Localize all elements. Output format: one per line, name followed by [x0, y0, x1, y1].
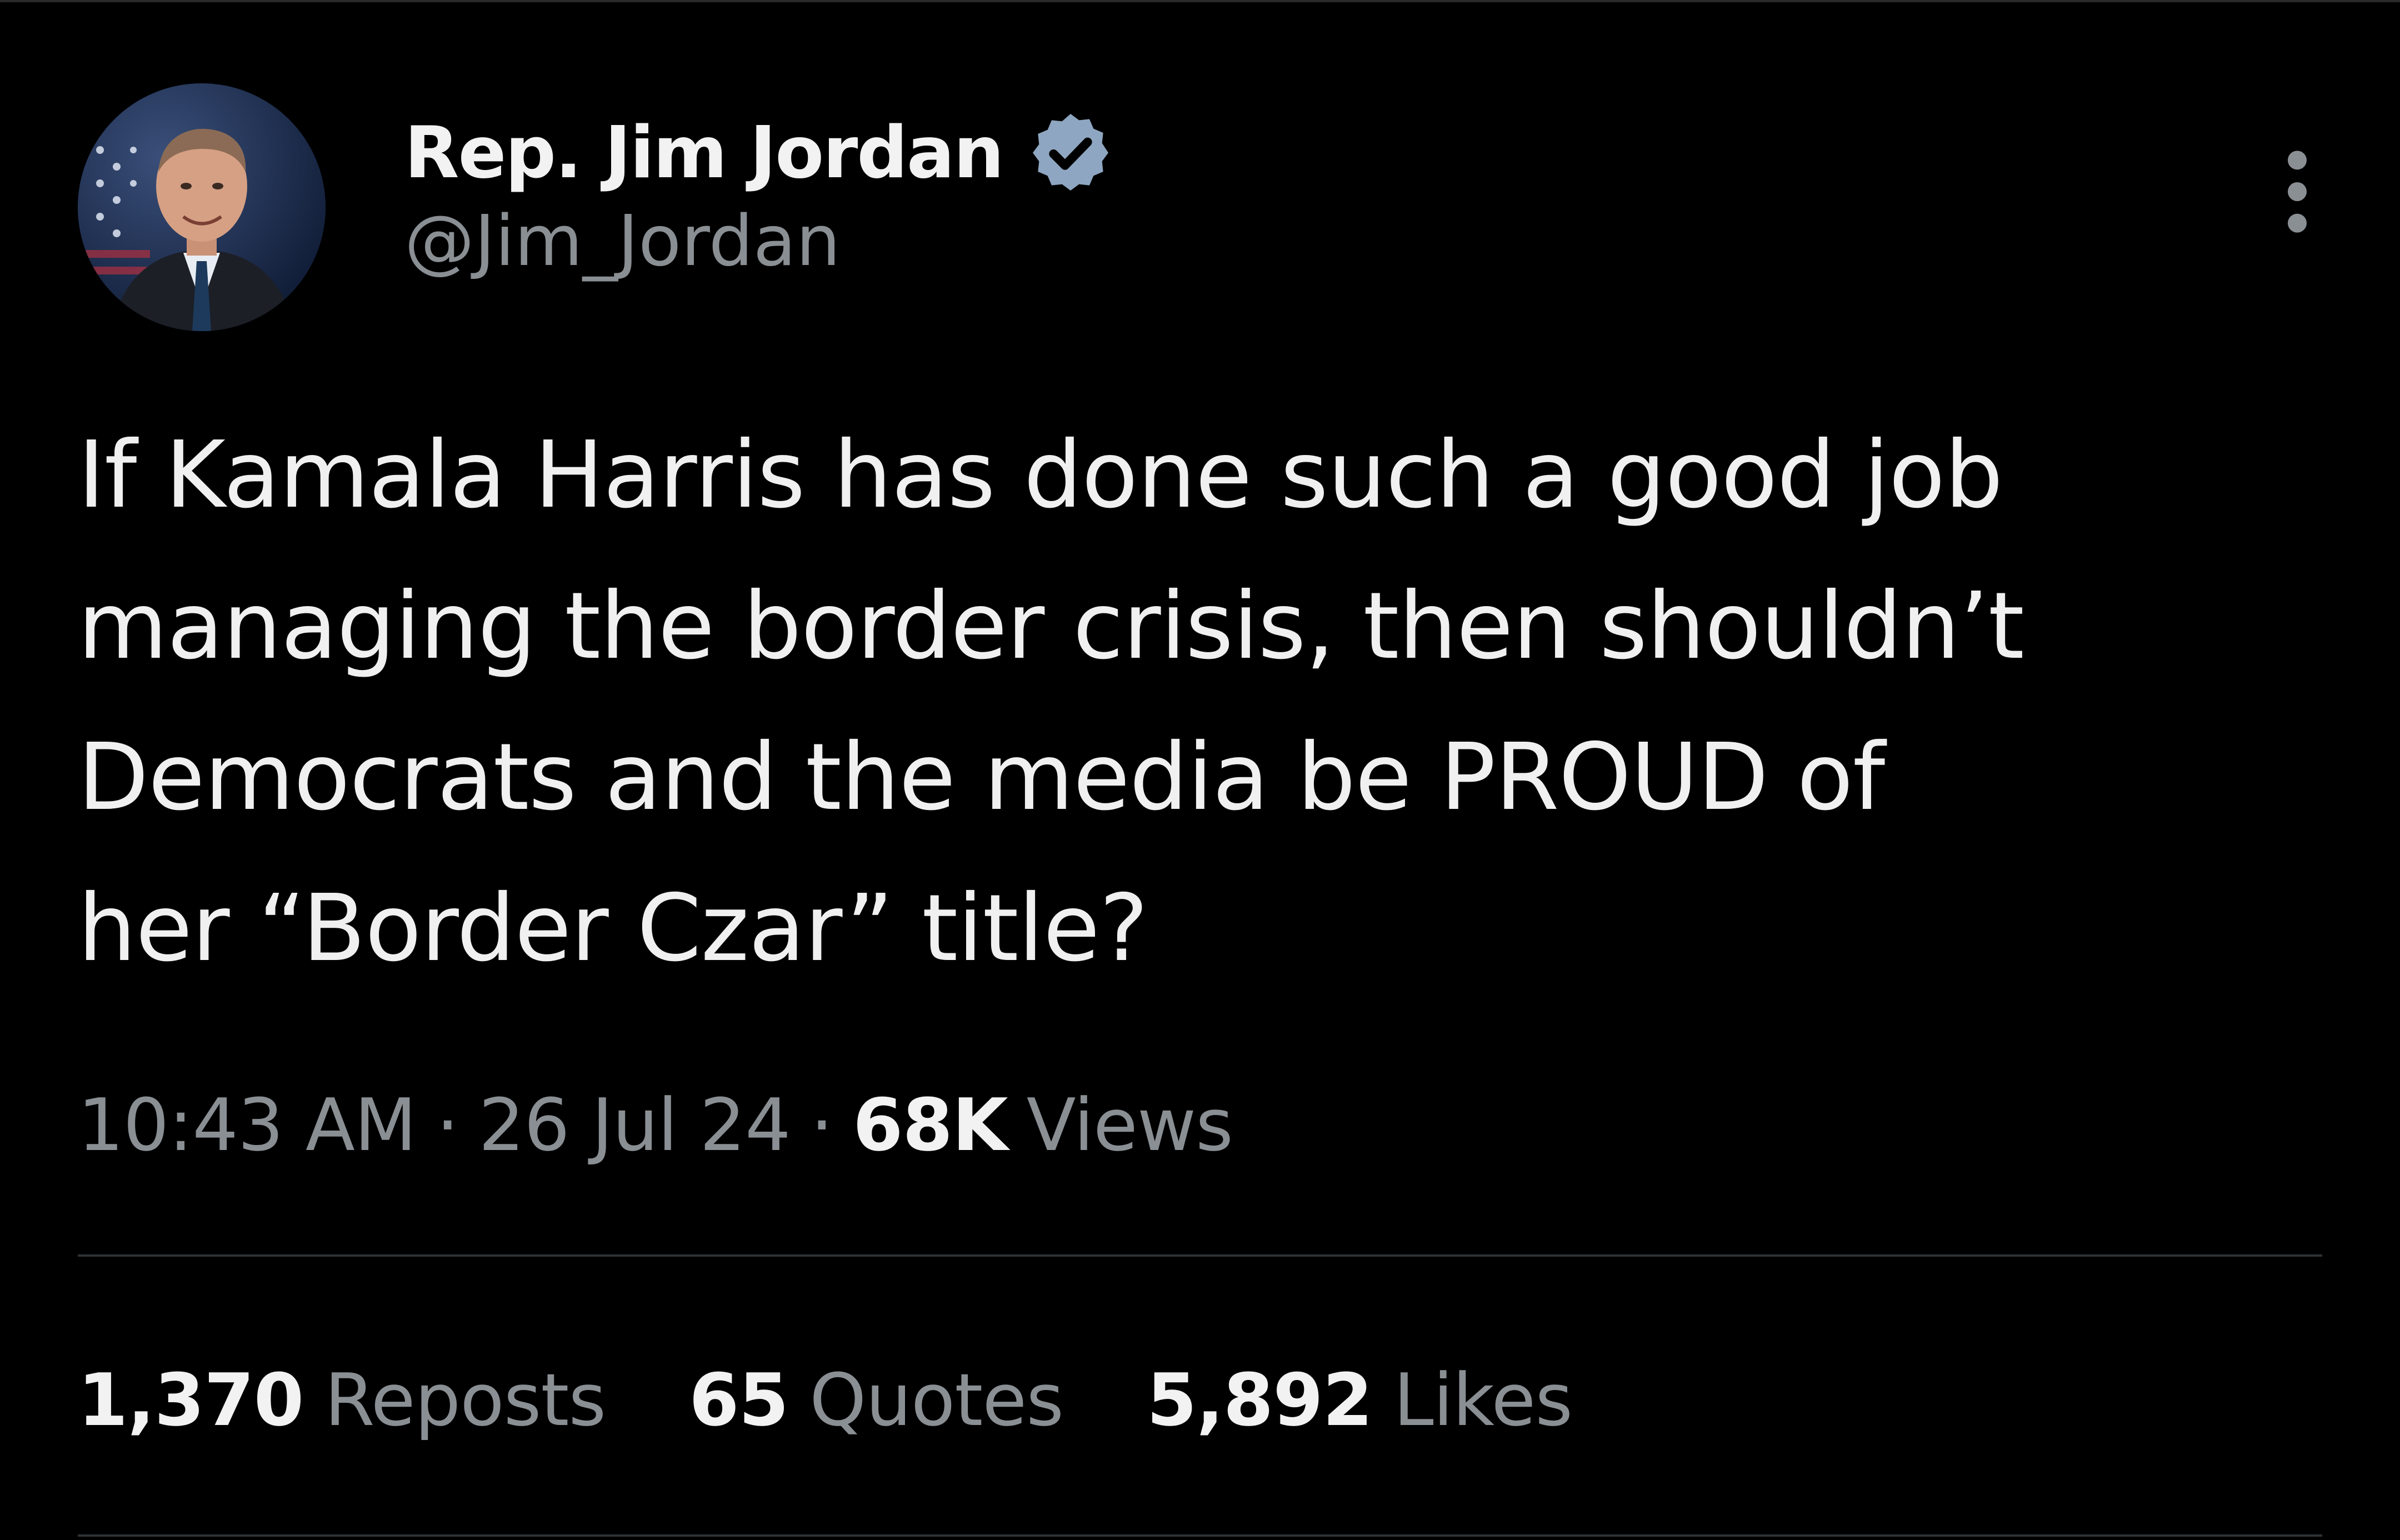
divider — [78, 1254, 2322, 1257]
quotes-count: 65 — [689, 1358, 789, 1442]
meta-separator: · — [810, 1083, 833, 1167]
reposts-count: 1,370 — [78, 1358, 304, 1442]
likes-stat[interactable]: 5,892 Likes — [1147, 1358, 1573, 1442]
reposts-label: Reposts — [324, 1358, 606, 1442]
avatar[interactable] — [78, 83, 326, 331]
views-label: Views — [1026, 1083, 1233, 1167]
profile-photo-icon — [78, 83, 326, 331]
verified-badge-icon — [1033, 114, 1109, 191]
user-handle[interactable]: @Jim_Jordan — [404, 200, 1115, 282]
meta-separator: · — [436, 1083, 459, 1167]
display-name-row: Rep. Jim Jordan — [404, 106, 1115, 200]
tweet-date[interactable]: 26 Jul 24 — [478, 1083, 791, 1167]
likes-count: 5,892 — [1147, 1358, 1373, 1442]
tweet-text: If Kamala Harris has done such a good jo… — [78, 422, 2024, 982]
tweet-time[interactable]: 10:43 AM — [78, 1083, 417, 1167]
quotes-label: Quotes — [809, 1358, 1064, 1442]
tweet-header: Rep. Jim Jordan @Jim_Jordan — [78, 83, 2322, 339]
quotes-stat[interactable]: 65 Quotes — [689, 1358, 1064, 1442]
author-identity: Rep. Jim Jordan @Jim_Jordan — [404, 106, 1115, 282]
divider — [78, 1534, 2322, 1537]
reposts-stat[interactable]: 1,370 Reposts — [78, 1358, 606, 1442]
top-border — [0, 0, 2400, 2]
tweet-meta: 10:43 AM · 26 Jul 24 · 68K Views — [78, 1072, 1233, 1178]
engagement-stats: 1,370 Reposts 65 Quotes 5,892 Likes — [78, 1344, 1656, 1456]
views-count: 68K — [853, 1083, 1008, 1167]
likes-label: Likes — [1393, 1358, 1573, 1442]
display-name[interactable]: Rep. Jim Jordan — [404, 112, 1004, 194]
more-options-icon[interactable] — [2272, 144, 2322, 239]
